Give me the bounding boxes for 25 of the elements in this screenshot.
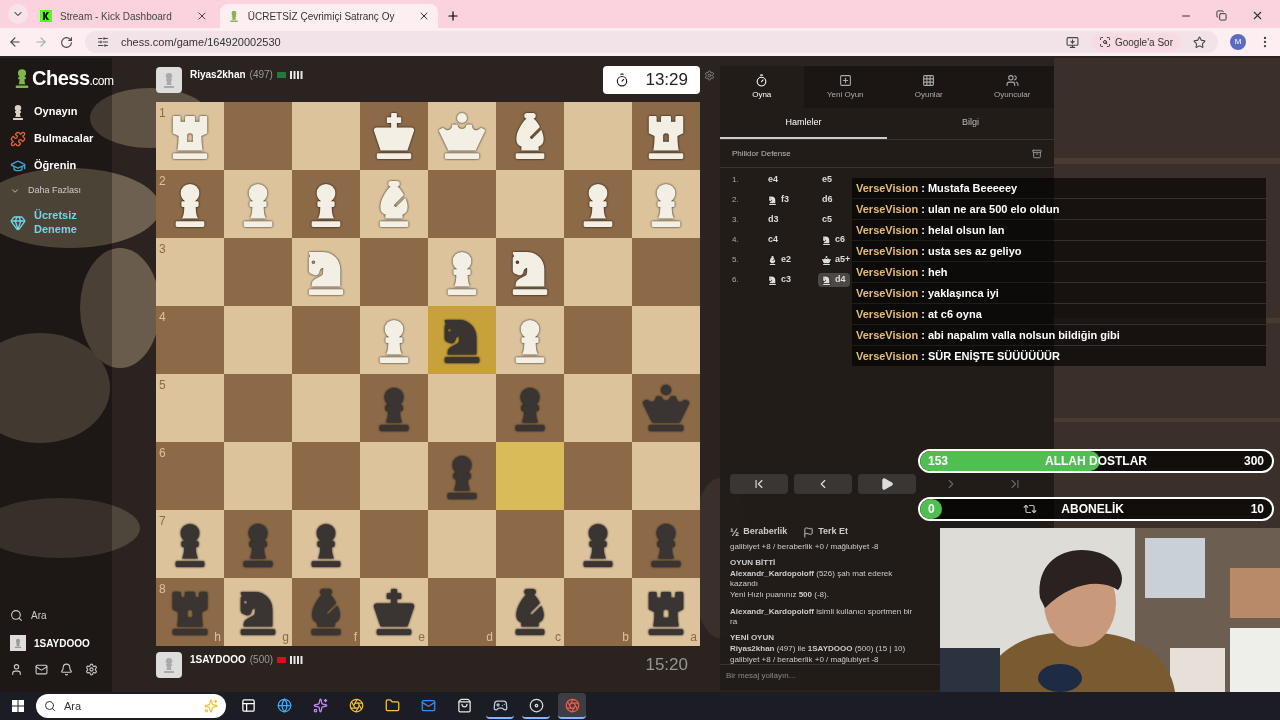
browser-tab[interactable]: ÜCRETSİZ Çevrimiçi Satranç Oy (219, 4, 439, 28)
restore-icon[interactable] (1216, 10, 1227, 21)
google-ask-button[interactable]: Google'a Sor (1090, 33, 1181, 51)
search-field[interactable]: Ara (36, 694, 226, 718)
url-text: chess.com/game/164920002530 (121, 34, 281, 50)
install-icon[interactable] (1065, 35, 1079, 49)
address-bar[interactable]: chess.com/game/164920002530 Google'a Sor (85, 31, 1218, 53)
browser-tab[interactable]: Stream - Kick Dashboard (32, 4, 216, 28)
aperture-icon[interactable] (558, 693, 586, 719)
site-settings-icon[interactable] (97, 36, 109, 48)
sparkles-icon (204, 699, 218, 713)
profile-avatar[interactable]: M (1230, 34, 1246, 50)
forward-icon[interactable] (34, 35, 48, 49)
search-icon (44, 700, 56, 712)
tab-title: ÜCRETSİZ Çevrimiçi Satranç Oy (247, 9, 395, 24)
tab-list-icon[interactable] (8, 4, 28, 24)
reload-icon[interactable] (60, 35, 73, 49)
lens-icon (1098, 36, 1111, 48)
windows-icon[interactable] (12, 700, 24, 712)
tab-title: Stream - Kick Dashboard (60, 9, 172, 24)
back-icon[interactable] (8, 35, 22, 49)
bookmark-icon[interactable] (1193, 35, 1206, 49)
close-icon[interactable] (1251, 9, 1264, 22)
pawn-icon (227, 10, 240, 22)
square-logo-icon (40, 10, 52, 22)
